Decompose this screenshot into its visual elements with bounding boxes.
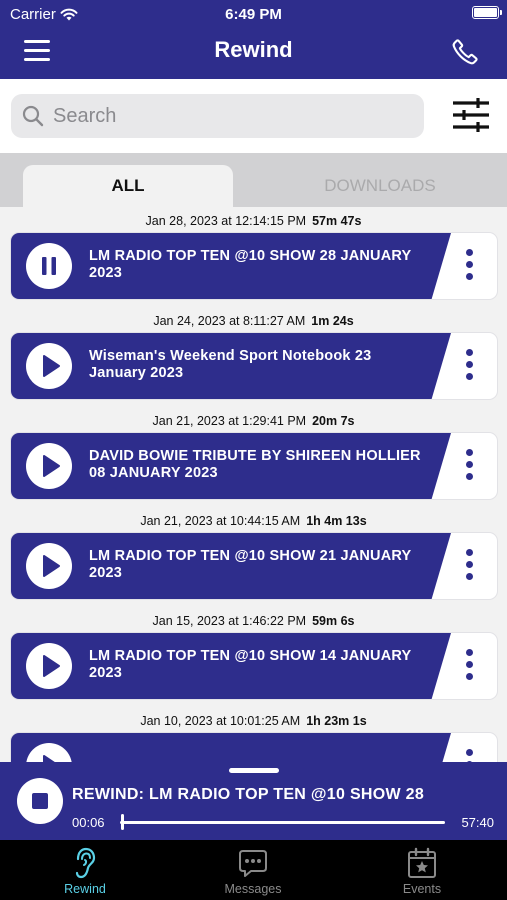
progress-slider[interactable] [120,814,445,830]
battery-level [474,8,497,17]
episode-duration: 20m 7s [312,414,355,428]
episode-list[interactable]: Jan 28, 2023 at 12:14:15 PM 57m 47s LM RAD… [0,207,507,762]
list-item: Jan 21, 2023 at 1:29:41 PM 20m 7s DAVID BO… [0,371,507,499]
list-item: Jan 28, 2023 at 12:14:15 PM 57m 47s LM RAD… [0,207,507,299]
now-playing-title: REWIND: LM RADIO TOP TEN @10 SHOW 28 [72,786,425,803]
list-item: Jan 21, 2023 at 10:44:15 AM 1h 4m 13s LM R… [0,471,507,599]
search-icon [22,105,44,127]
episode-duration: 1h 4m 13s [306,514,367,528]
filter-sliders-icon[interactable] [451,96,491,134]
list-item: Jan 15, 2023 at 1:46:22 PM 59m 6s LM RADIO… [0,571,507,699]
top-bar: Carrier 6:49 PM Rewind [0,0,507,79]
episode-duration: 1h 23m 1s [306,714,367,728]
status-time: 6:49 PM [225,6,282,23]
episode-date: Jan 21, 2023 at 1:29:41 PM [152,414,307,428]
episode-meta: Jan 21, 2023 at 1:29:41 PM 20m 7s [0,414,507,428]
episode-date: Jan 28, 2023 at 12:14:15 PM [145,214,307,228]
episode-meta: Jan 10, 2023 at 10:01:25 AM 1h 23m 1s [0,714,507,728]
status-bar: Carrier 6:49 PM [0,0,507,28]
phone-icon[interactable] [451,38,479,66]
tabbar-item-events[interactable]: Events [362,846,482,896]
episode-card[interactable] [11,733,497,762]
tabbar-label-messages: Messages [224,882,282,896]
page-title: Rewind [214,37,293,62]
stop-icon [32,793,48,809]
episode-date: Jan 24, 2023 at 8:11:27 AM [153,314,306,328]
episode-meta: Jan 28, 2023 at 12:14:15 PM 57m 47s [0,214,507,228]
search-box[interactable] [11,94,424,138]
play-button[interactable] [26,743,72,762]
progress-knob[interactable] [120,814,124,830]
tabbar-item-rewind[interactable]: Rewind [25,846,145,896]
episode-meta: Jan 21, 2023 at 10:44:15 AM 1h 4m 13s [0,514,507,528]
episode-date: Jan 15, 2023 at 1:46:22 PM [152,614,307,628]
episode-meta: Jan 15, 2023 at 1:46:22 PM 59m 6s [0,614,507,628]
segment-tabs: ALL DOWNLOADS [0,153,507,207]
episode-duration: 57m 47s [312,214,362,228]
play-icon [43,755,60,762]
list-item: Jan 10, 2023 at 10:01:25 AM 1h 23m 1s [0,671,507,762]
current-time: 00:06 [72,815,105,830]
list-item: Jan 24, 2023 at 8:11:27 AM 1m 24s Wiseman'… [0,271,507,399]
ear-icon [75,847,96,879]
tabbar-label-events: Events [402,882,442,896]
search-bar-row [0,79,507,153]
tab-downloads[interactable]: DOWNLOADS [275,165,485,207]
episode-meta: Jan 24, 2023 at 8:11:27 AM 1m 24s [0,314,507,328]
battery-icon [472,6,502,19]
tabbar-label-rewind: Rewind [64,882,106,896]
episode-date: Jan 10, 2023 at 10:01:25 AM [140,714,301,728]
mini-player[interactable]: REWIND: LM RADIO TOP TEN @10 SHOW 28 00:… [0,762,507,840]
episode-date: Jan 21, 2023 at 10:44:15 AM [140,514,301,528]
search-input[interactable] [53,104,373,128]
more-options-icon[interactable] [459,749,479,762]
total-time: 57:40 [461,815,494,830]
episode-duration: 1m 24s [311,314,354,328]
episode-duration: 59m 6s [312,614,355,628]
chat-bubble-icon [239,850,267,877]
tab-all[interactable]: ALL [23,165,233,207]
drag-handle[interactable] [229,768,279,773]
bottom-tab-bar: Rewind Messages Events [0,840,507,900]
episode-card-body[interactable] [11,733,451,762]
tabbar-item-messages[interactable]: Messages [193,846,313,896]
calendar-star-icon [408,847,436,878]
stop-button[interactable] [17,778,63,824]
